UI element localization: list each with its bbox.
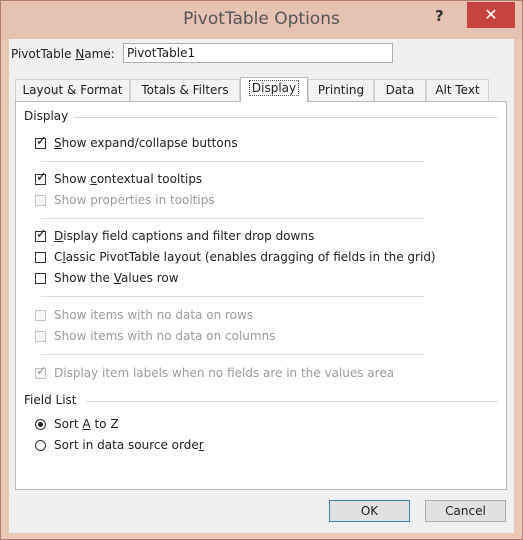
checkmark-icon: ✓: [36, 227, 47, 242]
radio-selected-dot: [38, 422, 43, 427]
tab-display[interactable]: Display: [240, 77, 308, 102]
no-data-columns-label: Show items with no data on columns: [54, 329, 276, 343]
show-properties-tooltips-label: Show properties in tooltips: [54, 193, 215, 207]
show-values-row-checkbox[interactable]: [35, 273, 46, 284]
checkmark-icon: ✓: [36, 364, 47, 379]
show-expand-collapse-label: Show expand/collapse buttons: [54, 136, 238, 150]
title-bar[interactable]: PivotTable Options ? ✕: [1, 1, 522, 39]
tab-totals-filters[interactable]: Totals & Filters: [130, 79, 240, 101]
sort-data-source-radio[interactable]: [35, 440, 46, 451]
field-list-section-divider: [86, 401, 498, 402]
display-tab-panel: Display ✓ Show expand/collapse buttons ✓…: [15, 101, 507, 490]
tab-layout-format[interactable]: Layout & Format: [15, 79, 130, 101]
checkmark-icon: ✓: [36, 134, 47, 149]
tab-display-label: Display: [248, 80, 300, 96]
separator: [41, 161, 424, 162]
close-button[interactable]: ✕: [467, 2, 515, 28]
display-field-captions-label: Display field captions and filter drop d…: [54, 229, 315, 243]
pivottable-options-dialog: PivotTable Options ? ✕ PivotTable Name: …: [0, 0, 523, 540]
dialog-title: PivotTable Options: [183, 9, 340, 29]
ok-button[interactable]: OK: [329, 500, 410, 522]
separator: [41, 218, 424, 219]
separator: [41, 354, 424, 355]
classic-layout-checkbox[interactable]: [35, 252, 46, 263]
dialog-body: PivotTable Name: PivotTable1 Layout & Fo…: [9, 39, 514, 533]
no-data-rows-label: Show items with no data on rows: [54, 308, 254, 322]
display-item-labels-label: Display item labels when no fields are i…: [54, 366, 395, 380]
close-icon: ✕: [484, 5, 498, 24]
display-field-captions-checkbox[interactable]: ✓: [35, 227, 47, 242]
sort-data-source-label: Sort in data source order: [54, 438, 204, 452]
sort-a-to-z-label: Sort A to Z: [54, 417, 119, 431]
help-button[interactable]: ?: [435, 7, 444, 25]
pivottable-name-label: PivotTable Name:: [11, 47, 115, 61]
tab-data[interactable]: Data: [374, 79, 426, 101]
show-contextual-tooltips-checkbox[interactable]: ✓: [35, 170, 47, 185]
show-expand-collapse-checkbox[interactable]: ✓: [35, 134, 47, 149]
show-contextual-tooltips-label: Show contextual tooltips: [54, 172, 203, 186]
show-values-row-label: Show the Values row: [54, 271, 179, 285]
show-properties-tooltips-checkbox: [35, 195, 46, 206]
no-data-columns-checkbox: [35, 331, 46, 342]
sort-a-to-z-radio[interactable]: [35, 419, 46, 430]
pivottable-name-input[interactable]: PivotTable1: [123, 43, 393, 63]
display-section-divider: [74, 117, 498, 118]
checkmark-icon: ✓: [36, 170, 47, 185]
tab-printing[interactable]: Printing: [308, 79, 374, 101]
display-item-labels-checkbox: ✓: [35, 364, 47, 379]
no-data-rows-checkbox: [35, 310, 46, 321]
classic-layout-label: Classic PivotTable layout (enables dragg…: [54, 250, 436, 264]
display-section-title: Display: [24, 109, 69, 123]
separator: [41, 296, 424, 297]
field-list-section-title: Field List: [24, 393, 77, 407]
cancel-button[interactable]: Cancel: [425, 500, 506, 522]
tab-alt-text[interactable]: Alt Text: [426, 79, 489, 101]
